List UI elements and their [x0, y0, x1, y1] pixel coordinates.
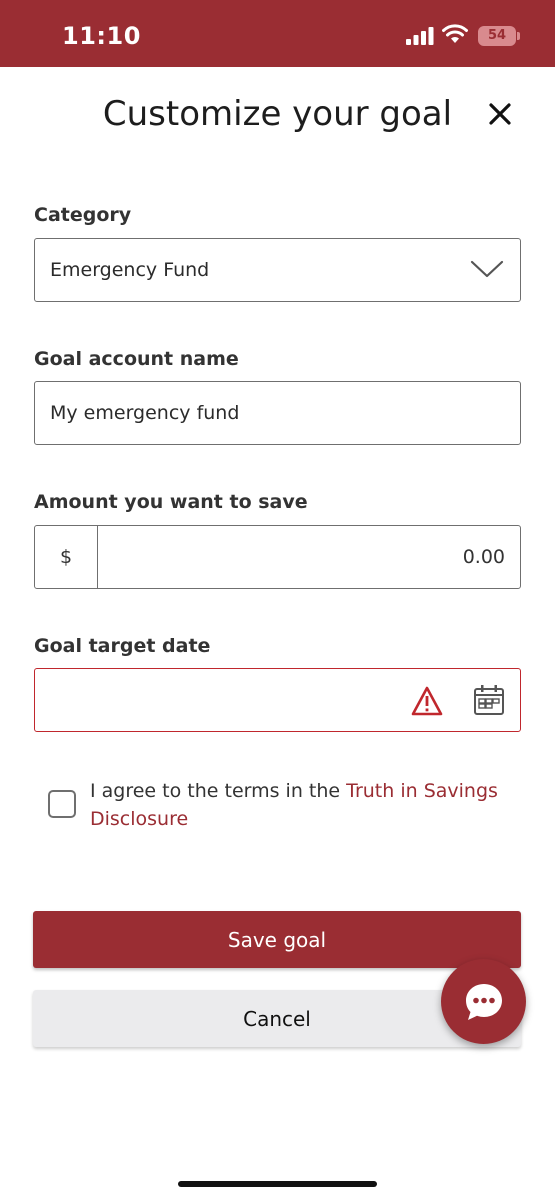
status-time: 11:10: [62, 22, 141, 50]
terms-checkbox[interactable]: [48, 790, 76, 818]
chevron-down-icon: [470, 259, 504, 283]
currency-symbol: $: [35, 526, 98, 588]
warning-icon: [411, 686, 443, 720]
status-bar: 11:10 54: [0, 0, 555, 67]
amount-value: 0.00: [462, 546, 505, 568]
category-selected-value: Emergency Fund: [50, 259, 210, 281]
battery-indicator: 54: [478, 26, 520, 46]
target-date-label: Goal target date: [34, 635, 211, 657]
category-label: Category: [34, 204, 132, 226]
goal-account-name-label: Goal account name: [34, 348, 239, 370]
goal-account-name-value: My emergency fund: [50, 402, 240, 424]
amount-input[interactable]: $ 0.00: [34, 525, 521, 589]
page-title: Customize your goal: [102, 94, 453, 134]
chat-bubble-icon: [463, 981, 505, 1027]
goal-account-name-input[interactable]: My emergency fund: [34, 381, 521, 445]
target-date-input[interactable]: [34, 668, 521, 732]
home-indicator: [178, 1181, 377, 1187]
chat-button[interactable]: [441, 959, 526, 1044]
terms-text-prefix: I agree to the terms in the: [90, 780, 347, 802]
wifi-icon: [442, 24, 468, 48]
close-icon: [489, 103, 511, 125]
save-goal-button[interactable]: Save goal: [33, 911, 521, 968]
terms-text: I agree to the terms in the Truth in Sav…: [90, 777, 510, 833]
cellular-signal-icon: [406, 27, 434, 49]
amount-label: Amount you want to save: [34, 491, 308, 513]
category-select[interactable]: Emergency Fund: [34, 238, 521, 302]
calendar-icon[interactable]: [473, 684, 505, 720]
close-button[interactable]: [483, 97, 517, 131]
